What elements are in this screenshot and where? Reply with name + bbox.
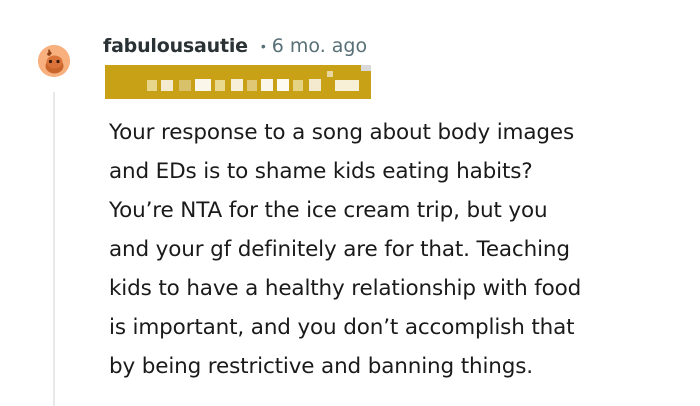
comment-line: and EDs is to shame kids eating habits? bbox=[109, 159, 533, 184]
comment-line: is important, and you don’t accomplish t… bbox=[109, 315, 575, 340]
comment-body: Your response to a song about body image… bbox=[109, 113, 689, 386]
comment-line: by being restrictive and banning things. bbox=[109, 354, 533, 379]
thread-line[interactable] bbox=[53, 92, 55, 406]
redacted-flair bbox=[105, 65, 371, 99]
comment-timestamp[interactable]: 6 mo. ago bbox=[272, 35, 367, 57]
comment-line: and your gf definitely are for that. Tea… bbox=[109, 237, 570, 262]
comment-line: Your response to a song about body image… bbox=[109, 120, 575, 145]
comment-line: You’re NTA for the ice cream trip, but y… bbox=[109, 198, 548, 223]
avatar[interactable] bbox=[38, 45, 70, 77]
comment: fabulousautie • 6 mo. ago Your response … bbox=[0, 0, 700, 406]
snoo-avatar-icon bbox=[38, 45, 70, 77]
meta-separator: • bbox=[260, 38, 266, 54]
comment-meta: fabulousautie • 6 mo. ago bbox=[103, 32, 367, 60]
author-name[interactable]: fabulousautie bbox=[103, 35, 248, 57]
pixelated-flair-icon bbox=[105, 65, 371, 99]
comment-line: kids to have a healthy relationship with… bbox=[109, 276, 582, 301]
